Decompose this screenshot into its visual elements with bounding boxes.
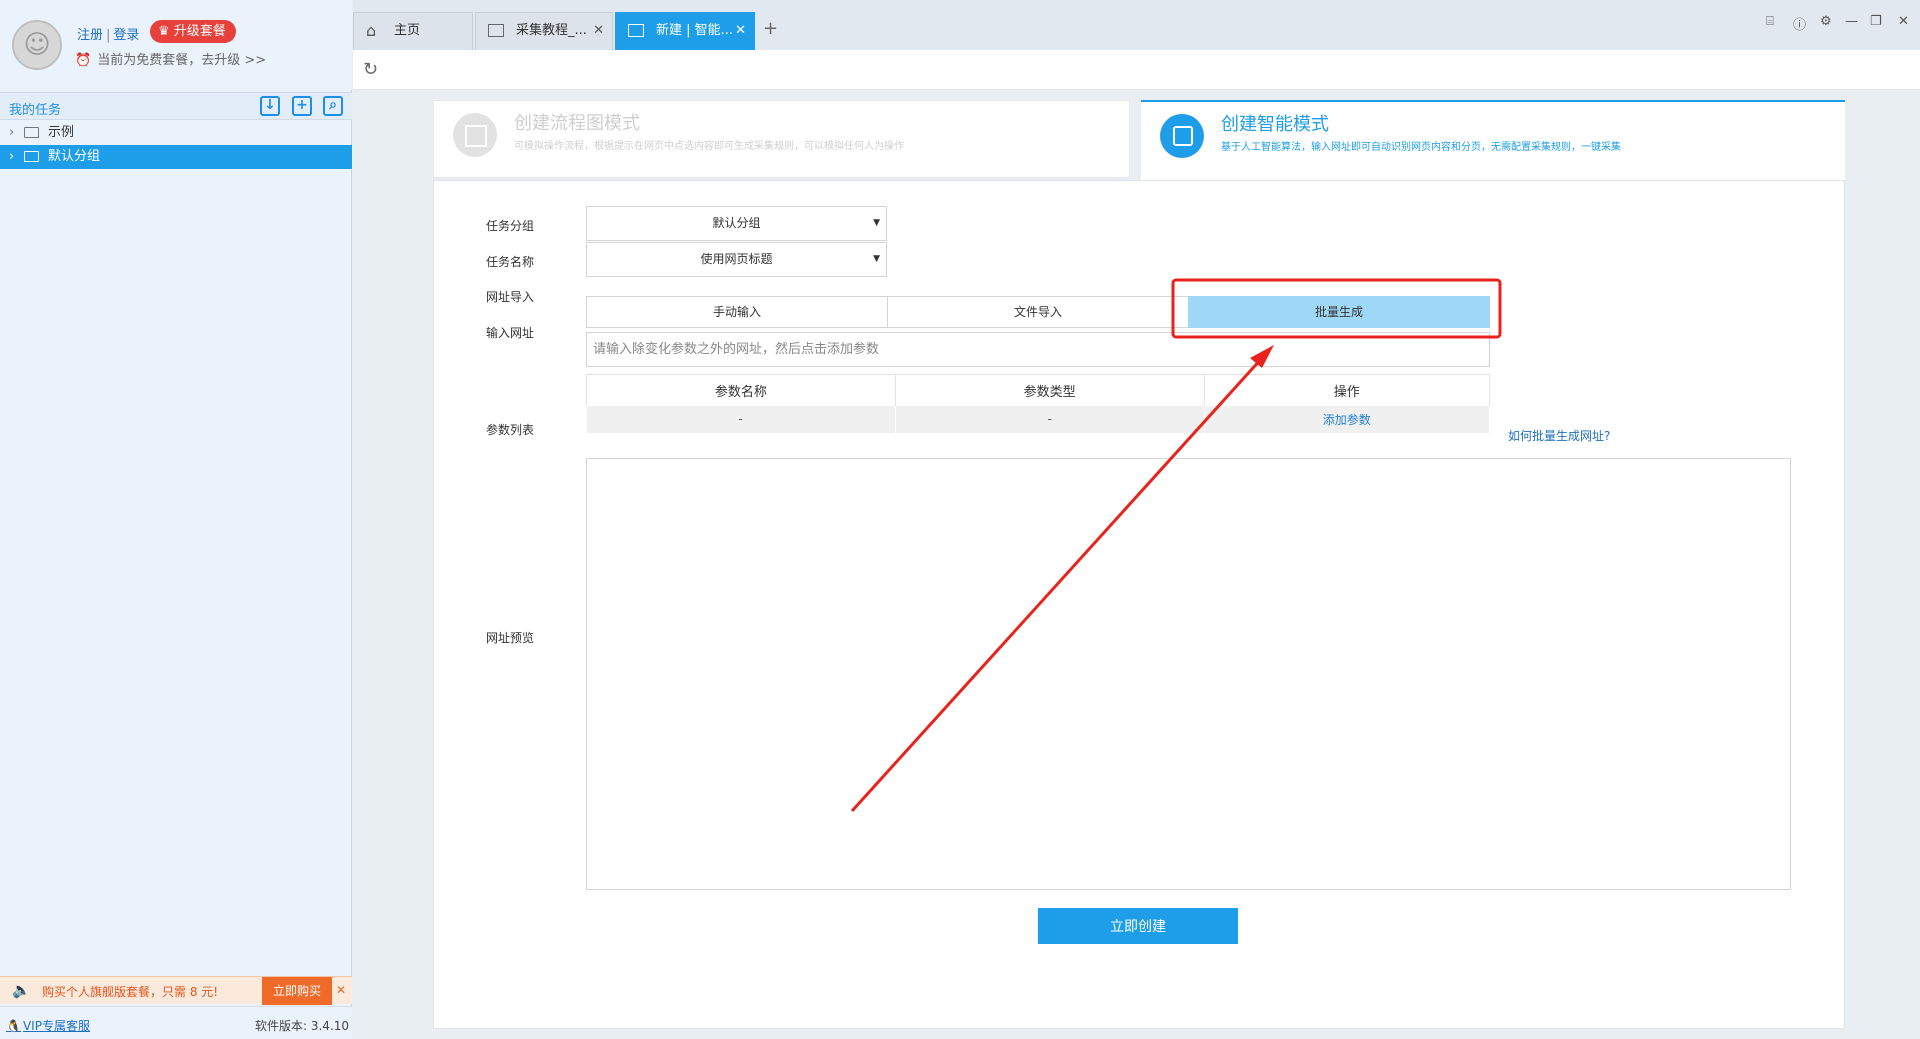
alarm-clock-icon: ⏰ (75, 53, 92, 68)
table-row: - - 添加参数 (586, 405, 1490, 433)
import-label: 网址导入 (486, 290, 535, 304)
manual-input-option[interactable]: 手动输入 (586, 296, 888, 328)
user-panel: ☺ 注册 | 登录 ♛ 升级套餐 ⏰ 当前为免费套餐，去升级 >> (0, 0, 352, 90)
close-icon[interactable]: ✕ (336, 983, 346, 997)
settings-icon[interactable]: ⚙ (1820, 14, 1832, 29)
avatar[interactable]: ☺ (12, 20, 62, 70)
group-select-value: 默认分组 (712, 216, 761, 230)
name-select[interactable]: 使用网页标题 ▼ (586, 242, 887, 277)
url-label: 输入网址 (486, 326, 535, 340)
chevron-right-icon[interactable]: › (9, 145, 14, 169)
speaker-icon: 🔈 (12, 981, 31, 999)
promo-text: 购买个人旗舰版套餐，只需 8 元! (42, 985, 219, 999)
folder-icon (24, 127, 39, 138)
flowchart-icon (453, 113, 497, 157)
upgrade-badge[interactable]: ♛ 升级套餐 (150, 20, 236, 43)
search-task-icon[interactable]: ⌕ (323, 96, 343, 116)
batch-generate-option[interactable]: 批量生成 (1188, 296, 1490, 328)
help-icon[interactable]: ⓘ (1793, 14, 1806, 33)
smart-mode-desc: 基于人工智能算法，输入网址即可自动识别网页内容和分页，无需配置采集规则，一键采集 (1221, 142, 1621, 153)
group-label: 任务分组 (486, 219, 535, 233)
flowchart-mode-title: 创建流程图模式 (514, 113, 640, 134)
qq-icon: 🐧 (6, 1019, 21, 1033)
tree-item-example[interactable]: › 示例 (0, 121, 352, 145)
tree-item-default-group[interactable]: › 默认分组 (0, 145, 352, 169)
smart-mode-title: 创建智能模式 (1221, 114, 1329, 135)
tab-new-smart[interactable]: 新建 | 智能... ✕ (615, 12, 755, 50)
tab-label: 新建 | 智能... (656, 23, 734, 38)
create-now-button[interactable]: 立即创建 (1038, 908, 1238, 944)
close-tab-icon[interactable]: ✕ (735, 13, 746, 49)
robot-icon (1160, 114, 1204, 158)
params-table: 参数名称 参数类型 操作 - - 添加参数 (586, 374, 1490, 433)
caret-down-icon: ▼ (873, 218, 880, 228)
params-label: 参数列表 (486, 423, 535, 437)
add-param-link[interactable]: 添加参数 (1204, 405, 1490, 433)
flowchart-mode-card[interactable]: 创建流程图模式 可模拟操作流程，根据提示在网页中点选内容即可生成采集规则，可以模… (433, 100, 1130, 178)
auth-links: 注册 | 登录 (77, 24, 139, 43)
tab-tutorial[interactable]: 采集教程_... ✕ (475, 12, 613, 50)
add-tab-icon[interactable]: + (763, 18, 778, 39)
import-task-icon[interactable]: ↓ (260, 96, 280, 116)
new-task-icon[interactable]: + (292, 96, 312, 116)
crown-icon: ♛ (158, 24, 170, 39)
url-input[interactable] (586, 332, 1490, 367)
col-param-name: 参数名称 (586, 374, 896, 406)
my-tasks-title: 我的任务 (9, 103, 62, 118)
login-link[interactable]: 登录 (113, 28, 139, 43)
tab-label: 主页 (394, 23, 421, 38)
gift-icon[interactable]: ⌸ (1766, 14, 1774, 29)
close-window-icon[interactable]: ✕ (1898, 14, 1909, 29)
tab-label: 采集教程_... (516, 23, 587, 38)
sidebar-footer: 🐧 VIP专属客服 软件版本: 3.4.10 (0, 1006, 352, 1039)
col-operation: 操作 (1204, 374, 1490, 406)
software-version: 软件版本: 3.4.10 (255, 1019, 350, 1033)
smart-mode-card[interactable]: 创建智能模式 基于人工智能算法，输入网址即可自动识别网页内容和分页，无需配置采集… (1141, 100, 1845, 182)
task-header: 我的任务 ↓ + ⌕ (0, 92, 352, 120)
tab-home[interactable]: ⌂ 主页 (353, 12, 473, 50)
vip-service-link[interactable]: 🐧 VIP专属客服 (6, 1017, 90, 1034)
close-tab-icon[interactable]: ✕ (593, 13, 604, 49)
param-name-cell: - (586, 405, 896, 433)
sidebar: ☺ 注册 | 登录 ♛ 升级套餐 ⏰ 当前为免费套餐，去升级 >> 我的任务 ↓ + … (0, 0, 352, 1039)
name-label: 任务名称 (486, 255, 535, 269)
register-link[interactable]: 注册 (77, 28, 103, 43)
caret-down-icon: ▼ (873, 254, 880, 264)
buy-now-button[interactable]: 立即购买 (262, 977, 332, 1005)
name-select-value: 使用网页标题 (700, 252, 773, 266)
url-preview-area[interactable] (586, 458, 1791, 890)
group-select[interactable]: 默认分组 ▼ (586, 206, 887, 241)
restore-icon[interactable]: ❐ (1870, 14, 1882, 29)
upgrade-label: 升级套餐 (173, 24, 226, 39)
tree-item-label: 默认分组 (48, 149, 101, 164)
minimize-icon[interactable]: — (1845, 14, 1858, 29)
batch-help-link[interactable]: 如何批量生成网址? (1508, 427, 1610, 444)
vip-service-label: VIP专属客服 (22, 1019, 90, 1033)
table-header-row: 参数名称 参数类型 操作 (586, 374, 1490, 406)
chevron-right-icon[interactable]: › (9, 121, 14, 145)
plan-notice-text: 当前为免费套餐，去升级 >> (97, 53, 267, 68)
main-panel: 创建流程图模式 可模拟操作流程，根据提示在网页中点选内容即可生成采集规则，可以模… (353, 90, 1920, 1039)
tree-item-label: 示例 (48, 125, 75, 140)
param-type-cell: - (895, 405, 1205, 433)
flowchart-mode-desc: 可模拟操作流程，根据提示在网页中点选内容即可生成采集规则，可以模拟任何人为操作 (514, 141, 904, 152)
tab-bar: ⌂ 主页 采集教程_... ✕ 新建 | 智能... ✕ + ⌸ ⓘ ⚙ — ❐… (353, 0, 1920, 50)
preview-label: 网址预览 (486, 631, 535, 645)
auth-separator: | (106, 28, 111, 43)
window-icon (488, 24, 504, 37)
home-icon: ⌂ (366, 21, 377, 40)
create-task-form: 任务分组 默认分组 ▼ 任务名称 使用网页标题 ▼ 网址导入 手动输入 文件导入… (433, 180, 1845, 1029)
promo-bar: 🔈 购买个人旗舰版套餐，只需 8 元! 立即购买 ✕ (0, 976, 352, 1005)
col-param-type: 参数类型 (895, 374, 1205, 406)
file-import-option[interactable]: 文件导入 (887, 296, 1189, 328)
robot-icon: ☺ (23, 30, 51, 60)
window-icon (628, 24, 644, 37)
folder-icon (24, 151, 39, 162)
refresh-icon[interactable]: ↻ (363, 59, 378, 80)
address-bar: ↻ (353, 50, 1920, 90)
plan-notice[interactable]: ⏰ 当前为免费套餐，去升级 >> (75, 49, 266, 68)
